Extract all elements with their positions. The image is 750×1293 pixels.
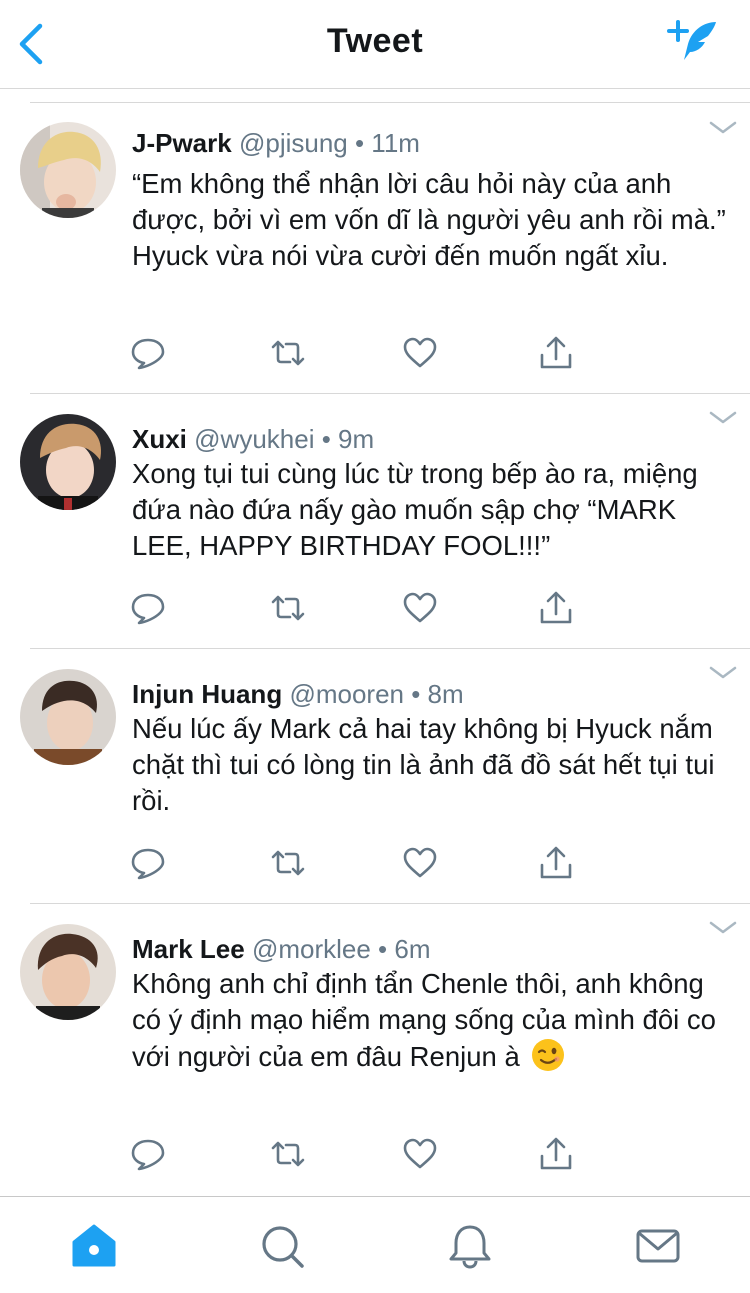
display-name[interactable]: Xuxi	[132, 424, 187, 454]
chevron-down-icon	[709, 921, 737, 934]
handle-and-time: @wyukhei • 9m	[194, 424, 375, 454]
share-icon	[540, 846, 572, 879]
tweet-actions	[130, 590, 590, 626]
tweet-options-button[interactable]	[708, 920, 738, 936]
tweet-text: Xong tụi tui cùng lúc từ trong bếp ào ra…	[132, 458, 698, 561]
handle-and-time: @morklee • 6m	[251, 934, 431, 964]
tweet[interactable]: Injun Huang @mooren • 8m Nếu lúc ấy Mark…	[0, 649, 750, 904]
tweet-text: Không anh chỉ định tẩn Chenle thôi, anh …	[132, 968, 716, 1072]
chevron-down-icon	[709, 121, 737, 134]
display-name[interactable]: Injun Huang	[132, 679, 282, 709]
compose-tweet-icon	[667, 20, 716, 60]
like-button[interactable]	[402, 1136, 438, 1172]
reply-icon	[131, 848, 165, 880]
retweet-button[interactable]	[270, 590, 306, 626]
messages-envelope-icon	[636, 1229, 680, 1263]
tweet-actions	[130, 335, 590, 371]
reply-icon	[131, 593, 165, 625]
tweet-text: Nếu lúc ấy Mark cả hai tay không bị Hyuc…	[132, 713, 715, 816]
share-icon	[540, 591, 572, 624]
tab-home[interactable]	[70, 1223, 118, 1269]
tweet-actions	[130, 1136, 590, 1172]
avatar[interactable]	[20, 669, 116, 765]
reply-button[interactable]	[130, 335, 166, 371]
tab-messages[interactable]	[634, 1223, 682, 1269]
heart-icon	[403, 337, 437, 368]
tweet-options-button[interactable]	[708, 410, 738, 426]
tweet-options-button[interactable]	[708, 120, 738, 136]
chevron-down-icon	[709, 411, 737, 424]
search-icon	[262, 1226, 304, 1268]
share-button[interactable]	[538, 590, 574, 626]
retweet-button[interactable]	[270, 1136, 306, 1172]
tweet-text-container: Không anh chỉ định tẩn Chenle thôi, anh …	[132, 966, 732, 1075]
chevron-down-icon	[709, 666, 737, 679]
tab-notifications[interactable]	[446, 1223, 494, 1269]
tweet-detail-screen: Tweet J-Pwark @pjisung • 11m “Em không t…	[0, 0, 750, 1293]
tweet[interactable]: J-Pwark @pjisung • 11m “Em không thể nhậ…	[0, 104, 750, 394]
reply-icon	[131, 338, 165, 370]
divider	[30, 102, 750, 103]
like-button[interactable]	[402, 335, 438, 371]
heart-icon	[403, 592, 437, 623]
tweet-header: J-Pwark @pjisung • 11m	[132, 128, 420, 159]
retweet-icon	[271, 340, 305, 366]
retweet-icon	[271, 1141, 305, 1167]
like-button[interactable]	[402, 590, 438, 626]
display-name[interactable]: Mark Lee	[132, 934, 245, 964]
page-title: Tweet	[326, 22, 424, 60]
retweet-icon	[271, 850, 305, 876]
retweet-button[interactable]	[270, 335, 306, 371]
share-button[interactable]	[538, 845, 574, 881]
reply-button[interactable]	[130, 845, 166, 881]
tweet[interactable]: Mark Lee @morklee • 6m Không anh chỉ địn…	[0, 904, 750, 1196]
share-button[interactable]	[538, 335, 574, 371]
back-button[interactable]	[14, 22, 48, 66]
notifications-bell-icon	[449, 1225, 491, 1269]
heart-icon	[403, 1138, 437, 1169]
reply-button[interactable]	[130, 1136, 166, 1172]
tweet-header: Mark Lee @morklee • 6m	[132, 934, 431, 965]
avatar[interactable]	[20, 122, 116, 218]
compose-tweet-button[interactable]	[664, 18, 722, 66]
home-icon	[72, 1224, 116, 1267]
avatar[interactable]	[20, 924, 116, 1020]
like-button[interactable]	[402, 845, 438, 881]
tweet-options-button[interactable]	[708, 665, 738, 681]
chevron-left-icon	[19, 23, 43, 65]
share-button[interactable]	[538, 1136, 574, 1172]
handle-and-time: @pjisung • 11m	[238, 128, 420, 158]
winking-face-emoji	[532, 1039, 565, 1071]
reply-icon	[131, 1139, 165, 1171]
tweet-actions	[130, 845, 590, 881]
tweet[interactable]: Xuxi @wyukhei • 9m Xong tụi tui cùng lúc…	[0, 394, 750, 649]
retweet-icon	[271, 595, 305, 621]
display-name[interactable]: J-Pwark	[132, 128, 232, 158]
share-icon	[540, 1137, 572, 1170]
avatar[interactable]	[20, 414, 116, 510]
reply-button[interactable]	[130, 590, 166, 626]
tweet-header: Injun Huang @mooren • 8m	[132, 679, 464, 710]
share-icon	[540, 336, 572, 369]
tweet-header: Xuxi @wyukhei • 9m	[132, 424, 374, 455]
tweet-text: “Em không thể nhận lời câu hỏi này của a…	[132, 168, 726, 271]
heart-icon	[403, 847, 437, 878]
retweet-button[interactable]	[270, 845, 306, 881]
nav-header: Tweet	[0, 0, 750, 89]
bottom-tab-bar	[0, 1196, 750, 1293]
handle-and-time: @mooren • 8m	[289, 679, 464, 709]
tab-search[interactable]	[258, 1223, 306, 1269]
